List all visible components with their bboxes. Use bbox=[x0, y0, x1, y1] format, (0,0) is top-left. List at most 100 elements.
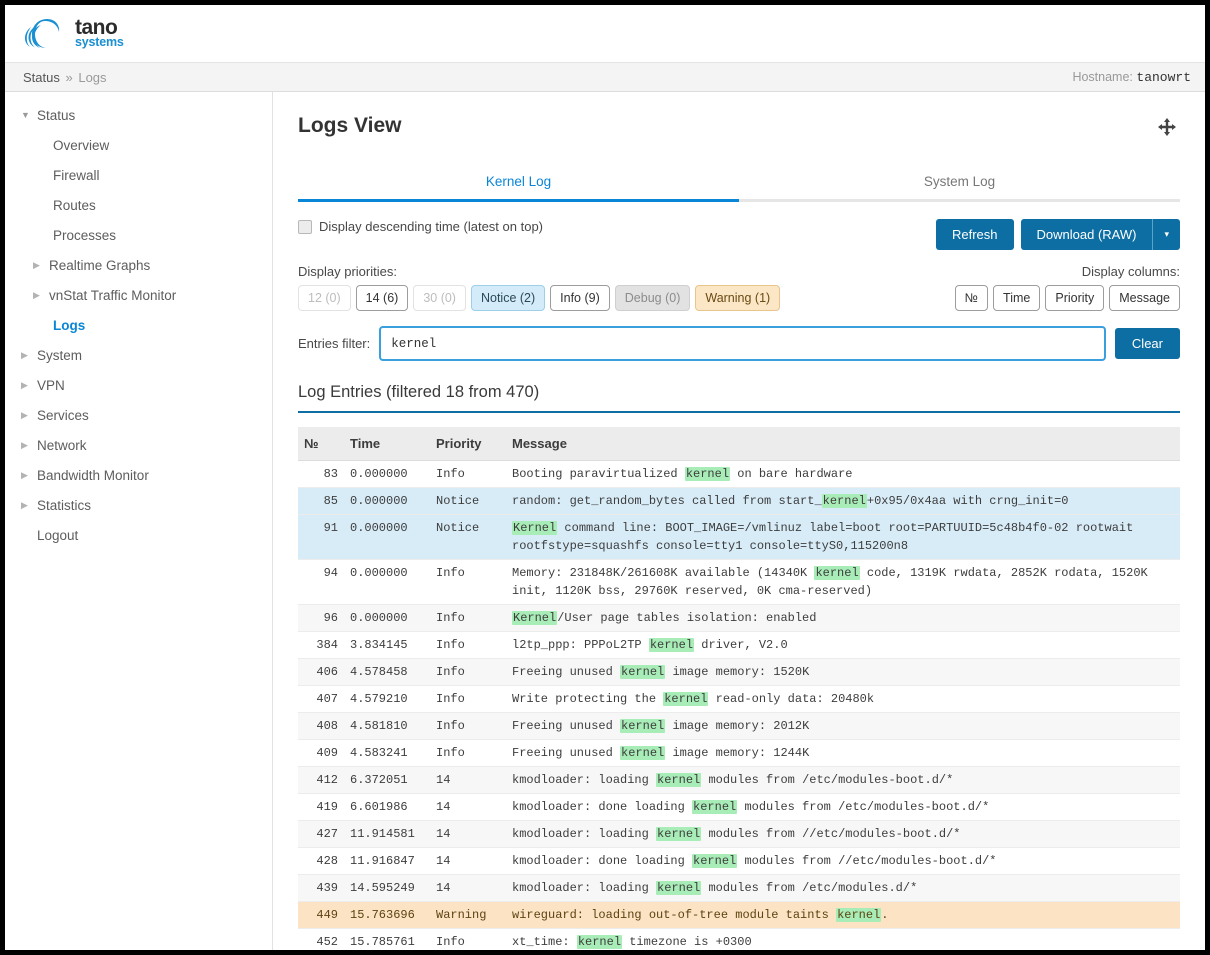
log-row-num: 412 bbox=[298, 766, 344, 795]
log-row-time: 4.578458 bbox=[344, 658, 430, 687]
log-row: 407 4.579210 Info Write protecting the kern… bbox=[298, 685, 1180, 714]
log-row-time: 11.914581 bbox=[344, 820, 430, 849]
chevron-right-icon[interactable]: ▶ bbox=[33, 260, 49, 270]
sidebar-item-logout[interactable]: Logout bbox=[5, 520, 272, 550]
chevron-right-icon[interactable]: ▶ bbox=[33, 290, 49, 300]
search-match: kernel bbox=[821, 494, 867, 509]
display-columns-label: Display columns: bbox=[1081, 264, 1180, 279]
search-match: kernel bbox=[656, 827, 702, 842]
search-match: kernel bbox=[814, 566, 860, 581]
log-row-num: 83 bbox=[298, 460, 344, 489]
breadcrumb: Status » Logs bbox=[23, 70, 107, 85]
sidebar-item-vpn[interactable]: ▶ VPN bbox=[5, 370, 272, 400]
log-row-priority: Info bbox=[430, 685, 506, 714]
log-row: 419 6.601986 14 kmodloader: done loading ke… bbox=[298, 793, 1180, 822]
sidebar-item-logs[interactable]: Logs bbox=[5, 310, 272, 340]
sidebar-item-label: System bbox=[37, 347, 83, 363]
log-row-time: 0.000000 bbox=[344, 487, 430, 516]
sidebar-item-label: Logs bbox=[53, 317, 86, 333]
log-table: № Time Priority Message 83 0.000000 Info Bo… bbox=[298, 427, 1180, 950]
sidebar-item-vnstat-traffic-monitor[interactable]: ▶ vnStat Traffic Monitor bbox=[5, 280, 272, 310]
brand-logo[interactable]: tano systems bbox=[25, 17, 124, 51]
log-row-message: kmodloader: loading kernel modules from … bbox=[506, 766, 1180, 795]
sidebar-item-network[interactable]: ▶ Network bbox=[5, 430, 272, 460]
log-row: 96 0.000000 Info Kernel/User page tables is… bbox=[298, 604, 1180, 633]
column-chip-message[interactable]: Message bbox=[1109, 285, 1180, 312]
priority-chip-info-9[interactable]: Info (9) bbox=[550, 285, 610, 312]
sidebar-item-firewall[interactable]: Firewall bbox=[5, 160, 272, 190]
download-dropdown-caret-icon[interactable]: ▾ bbox=[1152, 219, 1180, 250]
log-table-wrap: № Time Priority Message 83 0.000000 Info Bo… bbox=[298, 427, 1180, 950]
sidebar-item-bandwidth-monitor[interactable]: ▶ Bandwidth Monitor bbox=[5, 460, 272, 490]
log-row-message: Kernel/User page tables isolation: enabl… bbox=[506, 604, 1180, 633]
log-row-num: 452 bbox=[298, 928, 344, 950]
column-chip-[interactable]: № bbox=[954, 285, 989, 312]
header-message[interactable]: Message bbox=[506, 427, 1180, 462]
fullscreen-icon[interactable] bbox=[1154, 114, 1180, 143]
log-row-message: Kernel command line: BOOT_IMAGE=/vmlinuz… bbox=[506, 514, 1180, 561]
entries-filter-input[interactable] bbox=[379, 326, 1106, 362]
sidebar-item-system[interactable]: ▶ System bbox=[5, 340, 272, 370]
sidebar-item-label: vnStat Traffic Monitor bbox=[49, 287, 177, 303]
sidebar-item-routes[interactable]: Routes bbox=[5, 190, 272, 220]
log-row-message: l2tp_ppp: PPPoL2TP kernel driver, V2.0 bbox=[506, 631, 1180, 660]
chevron-right-icon[interactable]: ▶ bbox=[21, 350, 37, 360]
tab-system-log[interactable]: System Log bbox=[739, 165, 1180, 202]
column-chip-priority[interactable]: Priority bbox=[1045, 285, 1105, 312]
log-row-priority: Info bbox=[430, 712, 506, 741]
log-row-priority: Info bbox=[430, 631, 506, 660]
log-row: 408 4.581810 Info Freeing unused kernel ima… bbox=[298, 712, 1180, 741]
chevron-right-icon[interactable]: ▶ bbox=[21, 440, 37, 450]
descending-time-checkbox[interactable] bbox=[298, 219, 312, 234]
breadcrumb-parent[interactable]: Status bbox=[23, 70, 60, 85]
display-priorities-label: Display priorities: bbox=[298, 264, 397, 279]
display-columns-group: Display columns: № Time Priority Message bbox=[954, 264, 1180, 312]
priority-chip-warning-1[interactable]: Warning (1) bbox=[695, 285, 781, 312]
header-time[interactable]: Time bbox=[344, 427, 430, 462]
log-row-time: 15.785761 bbox=[344, 928, 430, 950]
priority-chip-notice-2[interactable]: Notice (2) bbox=[470, 285, 546, 312]
download-raw-button[interactable]: Download (RAW) bbox=[1020, 219, 1153, 250]
action-buttons: Refresh Download (RAW) ▾ bbox=[936, 219, 1180, 250]
chevron-right-icon[interactable]: ▶ bbox=[21, 380, 37, 390]
log-row-num: 409 bbox=[298, 739, 344, 768]
sidebar-item-label: Services bbox=[37, 407, 89, 423]
log-row-priority: Notice bbox=[430, 514, 506, 561]
log-row-num: 427 bbox=[298, 820, 344, 849]
clear-filter-button[interactable]: Clear bbox=[1114, 328, 1180, 360]
sidebar-item-label: Statistics bbox=[37, 497, 92, 513]
sidebar-item-processes[interactable]: Processes bbox=[5, 220, 272, 250]
log-row-time: 6.372051 bbox=[344, 766, 430, 795]
search-match: kernel bbox=[656, 881, 702, 896]
sidebar-item-overview[interactable]: Overview bbox=[5, 130, 272, 160]
chevron-right-icon[interactable]: ▶ bbox=[21, 470, 37, 480]
log-row-num: 406 bbox=[298, 658, 344, 687]
log-row: 91 0.000000 Notice Kernel command line: BOO… bbox=[298, 514, 1180, 561]
priority-chip-debug-0[interactable]: Debug (0) bbox=[614, 285, 691, 312]
priority-chip-12-0[interactable]: 12 (0) bbox=[298, 285, 351, 312]
controls-row: Display descending time (latest on top) … bbox=[298, 219, 1180, 250]
sidebar-item-statistics[interactable]: ▶ Statistics bbox=[5, 490, 272, 520]
chevron-right-icon[interactable]: ▶ bbox=[21, 410, 37, 420]
priority-chip-14-6[interactable]: 14 (6) bbox=[355, 285, 409, 312]
sidebar-item-services[interactable]: ▶ Services bbox=[5, 400, 272, 430]
sidebar-item-status[interactable]: ▼ Status bbox=[5, 100, 272, 130]
page-title: Logs View bbox=[298, 114, 402, 137]
header-num[interactable]: № bbox=[298, 427, 344, 462]
log-row-message: kmodloader: done loading kernel modules … bbox=[506, 847, 1180, 876]
column-chip-time[interactable]: Time bbox=[993, 285, 1041, 312]
descending-time-toggle[interactable]: Display descending time (latest on top) bbox=[298, 219, 543, 234]
refresh-button[interactable]: Refresh bbox=[936, 219, 1014, 250]
log-row-num: 419 bbox=[298, 793, 344, 822]
tab-kernel-log[interactable]: Kernel Log bbox=[298, 165, 739, 202]
chevron-down-icon[interactable]: ▼ bbox=[21, 110, 37, 120]
log-row-message: random: get_random_bytes called from sta… bbox=[506, 487, 1180, 516]
priority-chip-30-0[interactable]: 30 (0) bbox=[413, 285, 466, 312]
chevron-right-icon[interactable]: ▶ bbox=[21, 500, 37, 510]
log-row-time: 4.579210 bbox=[344, 685, 430, 714]
log-row: 428 11.916847 14 kmodloader: done loading k… bbox=[298, 847, 1180, 876]
sidebar-item-realtime-graphs[interactable]: ▶ Realtime Graphs bbox=[5, 250, 272, 280]
header-priority[interactable]: Priority bbox=[430, 427, 506, 462]
search-match: kernel bbox=[684, 467, 731, 482]
log-row: 449 15.763696 Warning wireguard: loading ou… bbox=[298, 901, 1180, 930]
